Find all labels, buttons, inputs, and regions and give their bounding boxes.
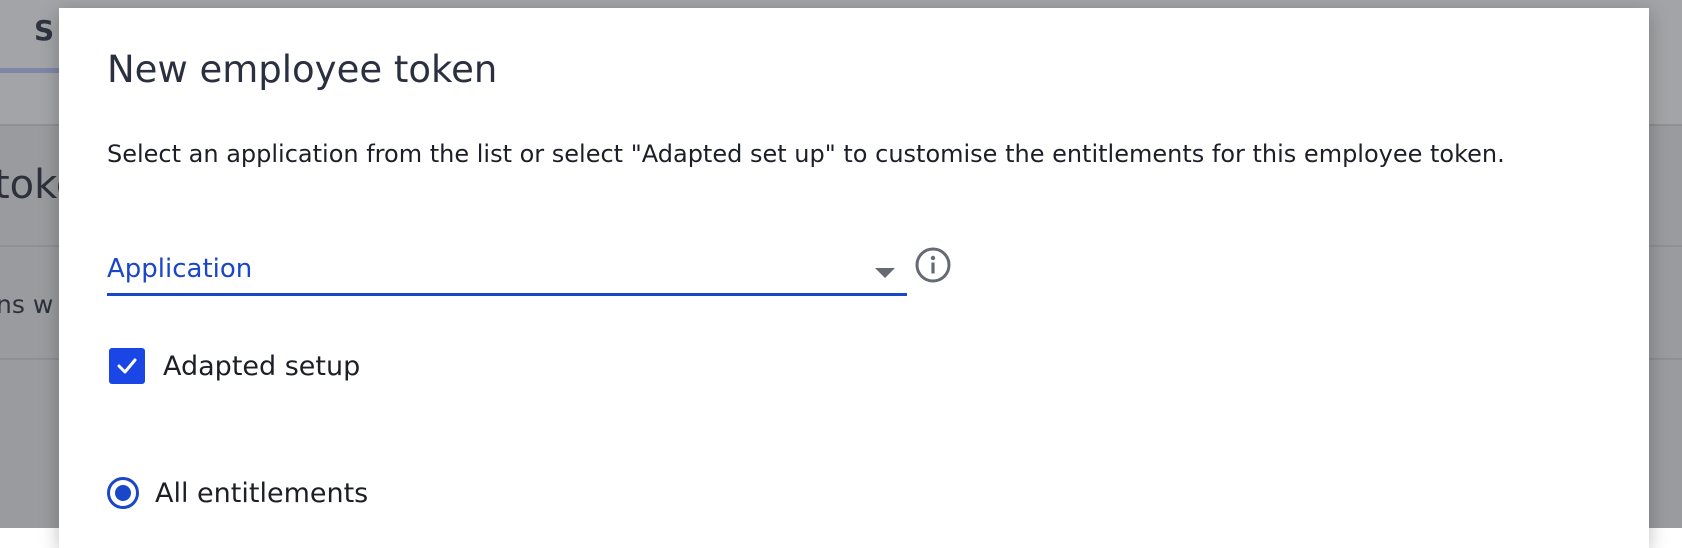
application-select[interactable]: Application [107,240,907,296]
new-employee-token-dialog: New employee token Select an application… [59,8,1649,548]
all-entitlements-radio[interactable] [107,477,139,509]
background-tab-label: S [34,14,55,47]
dialog-title: New employee token [107,48,498,91]
adapted-setup-label: Adapted setup [163,350,361,382]
adapted-setup-option[interactable]: Adapted setup [109,348,360,384]
dialog-description: Select an application from the list or s… [107,140,1505,168]
all-entitlements-option[interactable]: All entitlements [107,476,368,510]
application-select-label: Application [107,254,253,284]
background-text: ns w [0,290,54,319]
all-entitlements-label: All entitlements [155,477,369,509]
chevron-down-icon [875,268,895,278]
application-select-underline [107,293,907,296]
background-tab-underline [0,68,60,73]
radio-selected-dot [115,485,131,501]
checkmark-icon [117,358,137,374]
info-icon[interactable] [914,246,952,284]
adapted-setup-checkbox[interactable] [109,348,145,384]
